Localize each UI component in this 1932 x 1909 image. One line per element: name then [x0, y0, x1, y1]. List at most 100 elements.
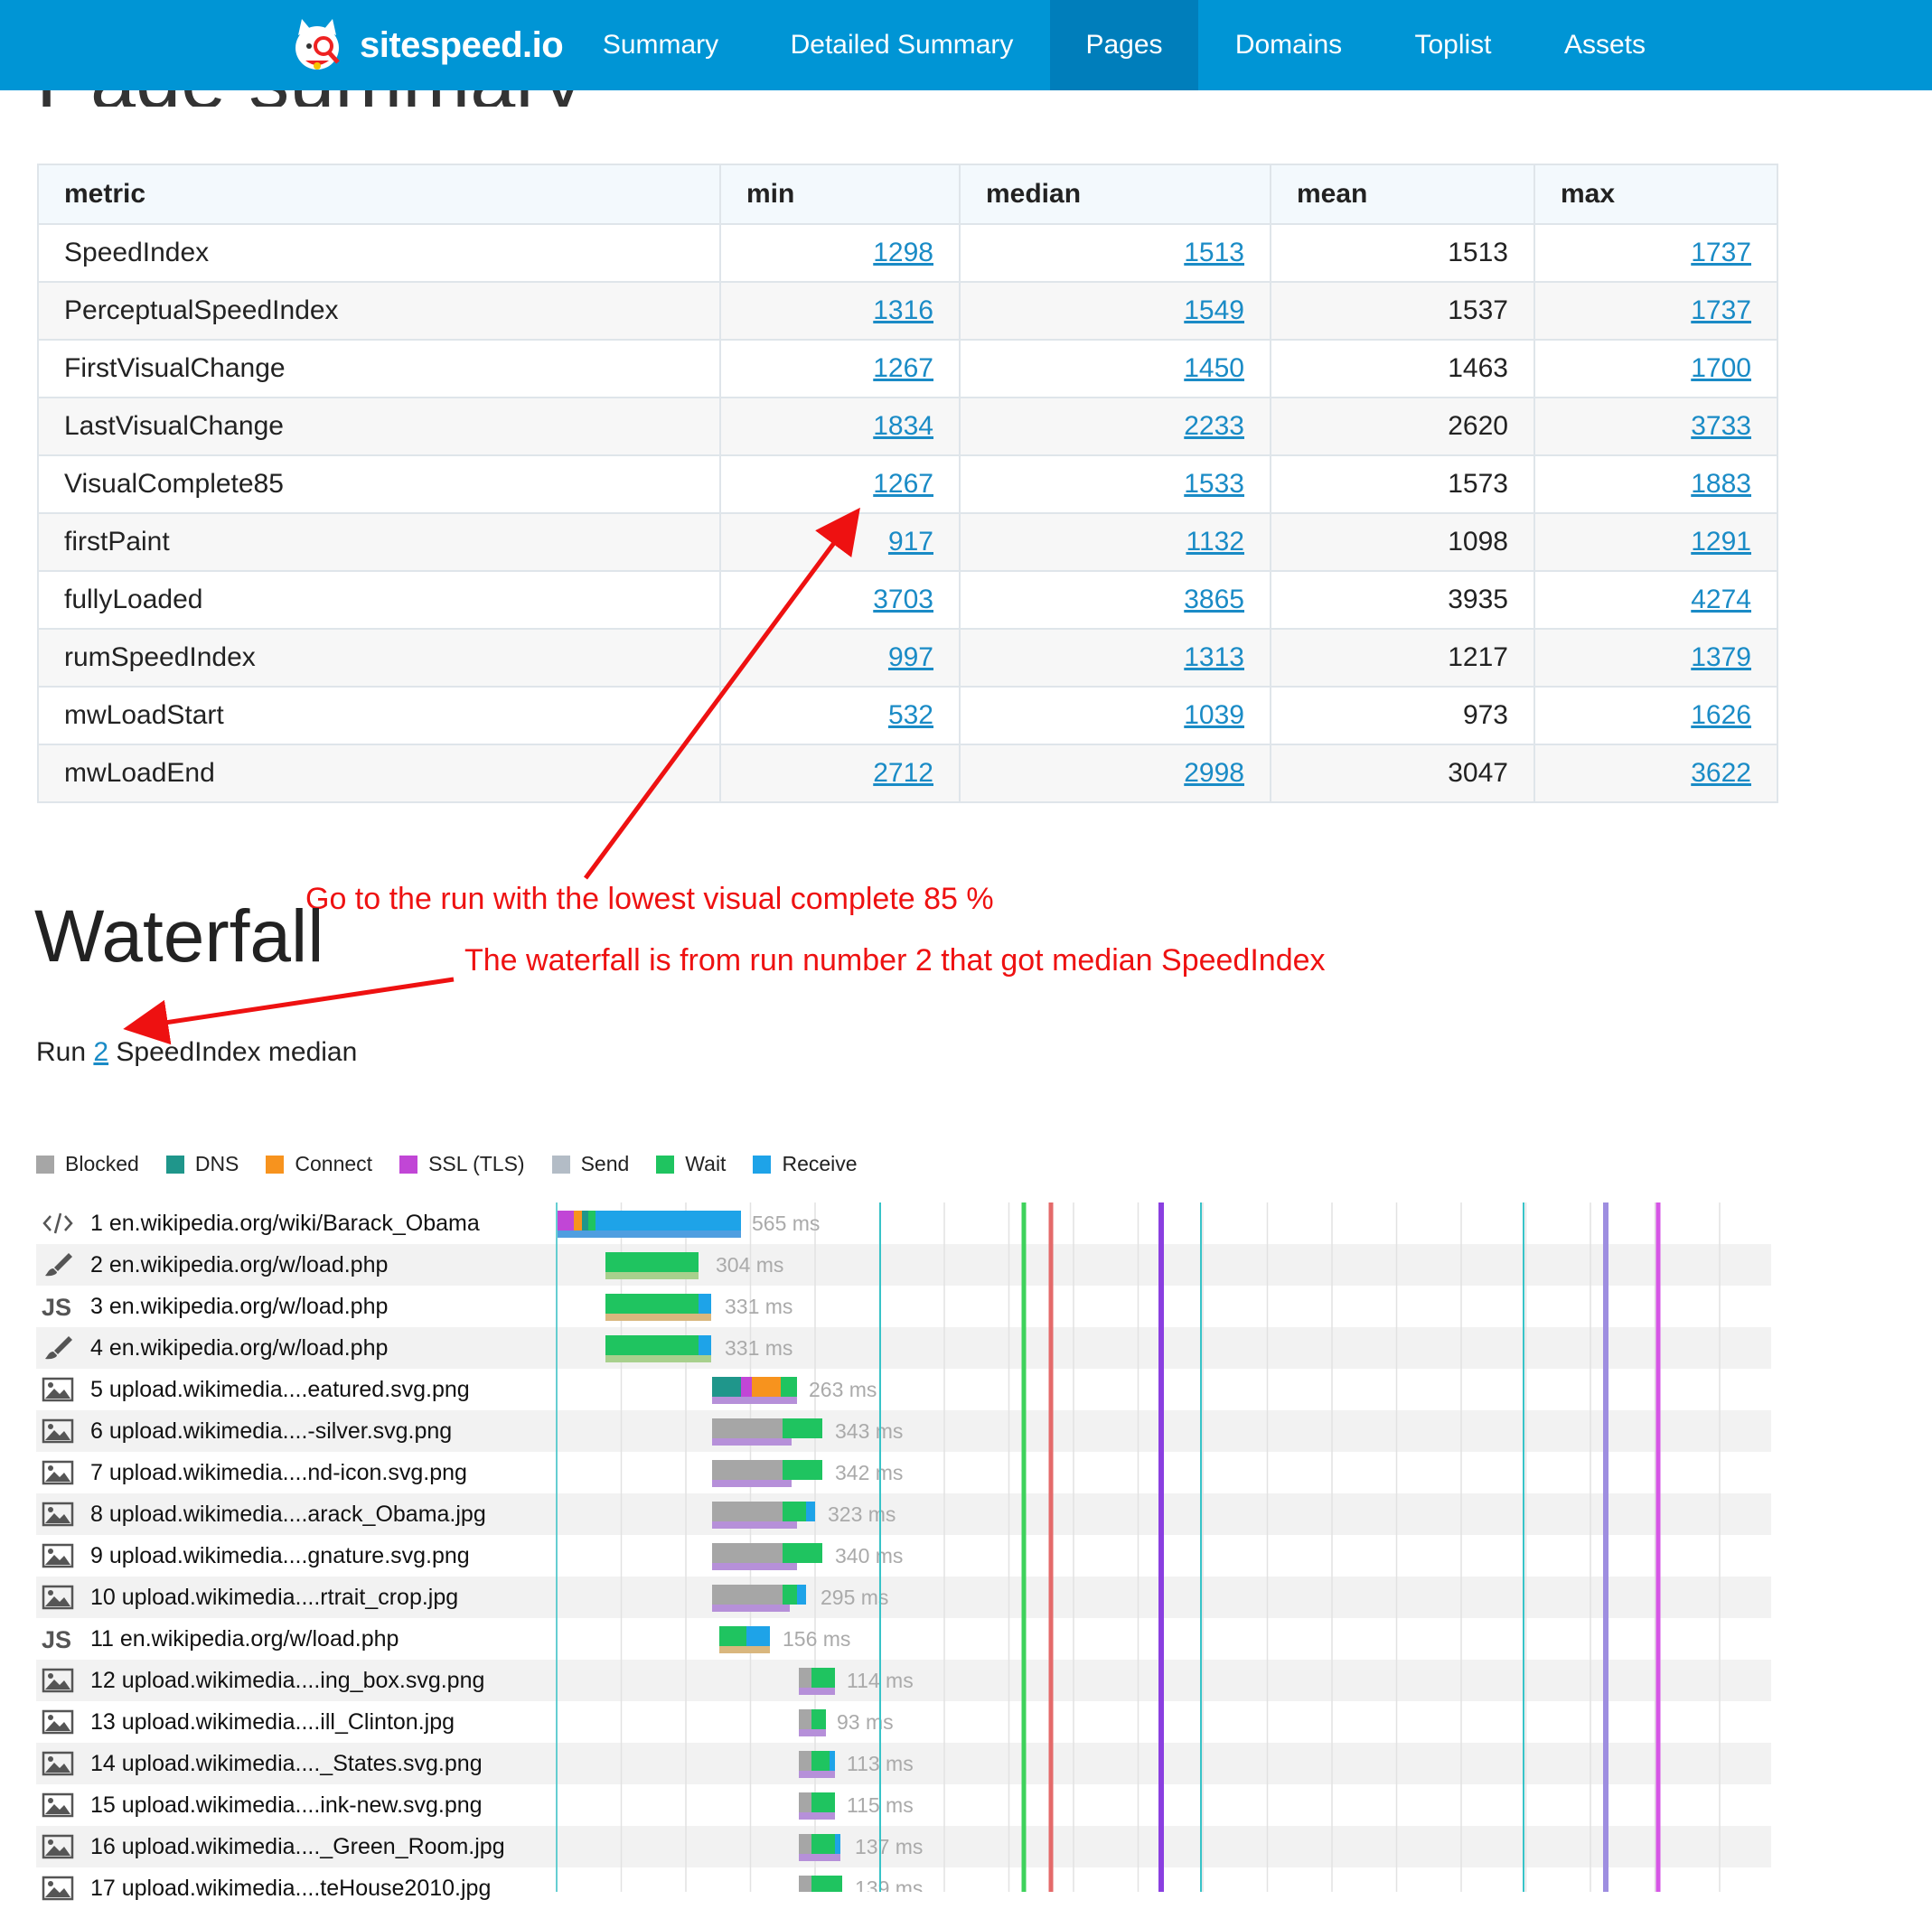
- timing-segment: [781, 1377, 797, 1397]
- min-run-link[interactable]: 1267: [873, 353, 933, 383]
- min-run-link[interactable]: 3703: [873, 585, 933, 614]
- median-run-link[interactable]: 2233: [1184, 411, 1244, 441]
- timing-segment: [811, 1792, 835, 1812]
- request-time: 137 ms: [855, 1835, 923, 1858]
- timing-segment: [712, 1460, 783, 1480]
- min-run-link[interactable]: 532: [888, 700, 933, 730]
- median-run-link[interactable]: 2998: [1184, 758, 1244, 788]
- max-run-link[interactable]: 1291: [1691, 527, 1751, 557]
- nav-assets[interactable]: Assets: [1549, 0, 1661, 90]
- cell-metric: firstPaint: [37, 512, 721, 572]
- timing-underbar: [558, 1231, 741, 1238]
- timing-underbar: [719, 1646, 770, 1653]
- cell-max: 4274: [1533, 570, 1778, 630]
- page-heading: Page summary: [36, 90, 669, 107]
- timing-underbar: [799, 1729, 826, 1736]
- nav-domains[interactable]: Domains: [1224, 0, 1354, 90]
- max-run-link[interactable]: 1700: [1691, 353, 1751, 383]
- median-run-link[interactable]: 3865: [1184, 585, 1244, 614]
- cell-median: 3865: [959, 570, 1271, 630]
- max-run-link[interactable]: 4274: [1691, 585, 1751, 614]
- nav-pages[interactable]: Pages: [1050, 0, 1198, 90]
- median-run-link[interactable]: 1513: [1184, 238, 1244, 267]
- cell-max: 1883: [1533, 454, 1778, 514]
- timing-underbar: [799, 1854, 840, 1861]
- cell-mean: 973: [1270, 686, 1535, 745]
- table-row: SpeedIndex 1298 1513 1513 1737: [37, 223, 1778, 283]
- cell-mean: 1513: [1270, 223, 1535, 283]
- timing-underbar: [605, 1314, 711, 1321]
- timing-underbar: [712, 1563, 797, 1570]
- timing-segment: [574, 1211, 582, 1231]
- cell-min: 1298: [719, 223, 961, 283]
- cell-max: 1737: [1533, 223, 1778, 283]
- min-run-link[interactable]: 1298: [873, 238, 933, 267]
- timing-segment: [799, 1668, 811, 1688]
- cell-max: 1291: [1533, 512, 1778, 572]
- median-run-link[interactable]: 1132: [1186, 527, 1244, 557]
- timing-segment: [783, 1585, 797, 1605]
- max-run-link[interactable]: 1737: [1691, 295, 1751, 325]
- median-run-link[interactable]: 1549: [1184, 295, 1244, 325]
- waterfall-title: Waterfall: [34, 895, 324, 978]
- max-run-link[interactable]: 1883: [1691, 469, 1751, 499]
- median-run-link[interactable]: 1039: [1184, 700, 1244, 730]
- request-time: 340 ms: [835, 1544, 903, 1567]
- table-row: firstPaint 917 1132 1098 1291: [37, 512, 1778, 572]
- cell-mean: 1537: [1270, 281, 1535, 341]
- cell-median: 1513: [959, 223, 1271, 283]
- min-run-link[interactable]: 997: [888, 642, 933, 672]
- timing-segment: [811, 1709, 826, 1729]
- header-metric: metric: [37, 164, 721, 225]
- annotation-lowest-vc85: Go to the run with the lowest visual com…: [305, 882, 994, 916]
- sitespeed-cat-logo-icon: [295, 19, 340, 70]
- table-row: LastVisualChange 1834 2233 2620 3733: [37, 397, 1778, 456]
- cell-median: 1533: [959, 454, 1271, 514]
- annotation-median-run: The waterfall is from run number 2 that …: [464, 943, 1326, 978]
- legend-swatch: [753, 1155, 772, 1174]
- table-row: fullyLoaded 3703 3865 3935 4274: [37, 570, 1778, 630]
- max-run-link[interactable]: 3622: [1691, 758, 1751, 788]
- header-median: median: [959, 164, 1271, 225]
- cell-max: 3733: [1533, 397, 1778, 456]
- cell-min: 1834: [719, 397, 961, 456]
- request-time: 93 ms: [837, 1710, 894, 1734]
- median-run-link[interactable]: 1450: [1184, 353, 1244, 383]
- table-row: rumSpeedIndex 997 1313 1217 1379: [37, 628, 1778, 688]
- timing-underbar: [605, 1355, 711, 1362]
- min-run-link[interactable]: 2712: [873, 758, 933, 788]
- timing-segment: [799, 1792, 811, 1812]
- cell-min: 532: [719, 686, 961, 745]
- max-run-link[interactable]: 3733: [1691, 411, 1751, 441]
- max-run-link[interactable]: 1379: [1691, 642, 1751, 672]
- timing-segment: [783, 1460, 822, 1480]
- legend-swatch: [551, 1155, 570, 1174]
- timing-segment: [835, 1834, 840, 1854]
- max-run-link[interactable]: 1737: [1691, 238, 1751, 267]
- nav-toplist[interactable]: Toplist: [1390, 0, 1516, 90]
- request-time: 323 ms: [828, 1502, 896, 1526]
- cell-max: 1379: [1533, 628, 1778, 688]
- legend-item: Receive: [753, 1152, 858, 1176]
- request-time: 263 ms: [809, 1378, 877, 1401]
- cell-metric: fullyLoaded: [37, 570, 721, 630]
- timing-segment: [783, 1543, 822, 1563]
- timing-underbar: [605, 1272, 699, 1279]
- median-run-link[interactable]: 1533: [1184, 469, 1244, 499]
- min-run-link[interactable]: 1267: [873, 469, 933, 499]
- legend-label: Blocked: [65, 1152, 139, 1175]
- max-run-link[interactable]: 1626: [1691, 700, 1751, 730]
- min-run-link[interactable]: 1834: [873, 411, 933, 441]
- timing-segment: [699, 1294, 711, 1314]
- run-number-link[interactable]: 2: [93, 1037, 108, 1067]
- nav-summary[interactable]: Summary: [578, 0, 743, 90]
- cell-max: 1626: [1533, 686, 1778, 745]
- timing-segment: [799, 1751, 811, 1771]
- min-run-link[interactable]: 917: [888, 527, 933, 557]
- run-prefix: Run: [36, 1037, 87, 1067]
- min-run-link[interactable]: 1316: [873, 295, 933, 325]
- request-time: 156 ms: [783, 1627, 850, 1651]
- brand-link[interactable]: sitespeed.io: [287, 13, 564, 78]
- median-run-link[interactable]: 1313: [1184, 642, 1244, 672]
- nav-detailed-summary[interactable]: Detailed Summary: [779, 0, 1025, 90]
